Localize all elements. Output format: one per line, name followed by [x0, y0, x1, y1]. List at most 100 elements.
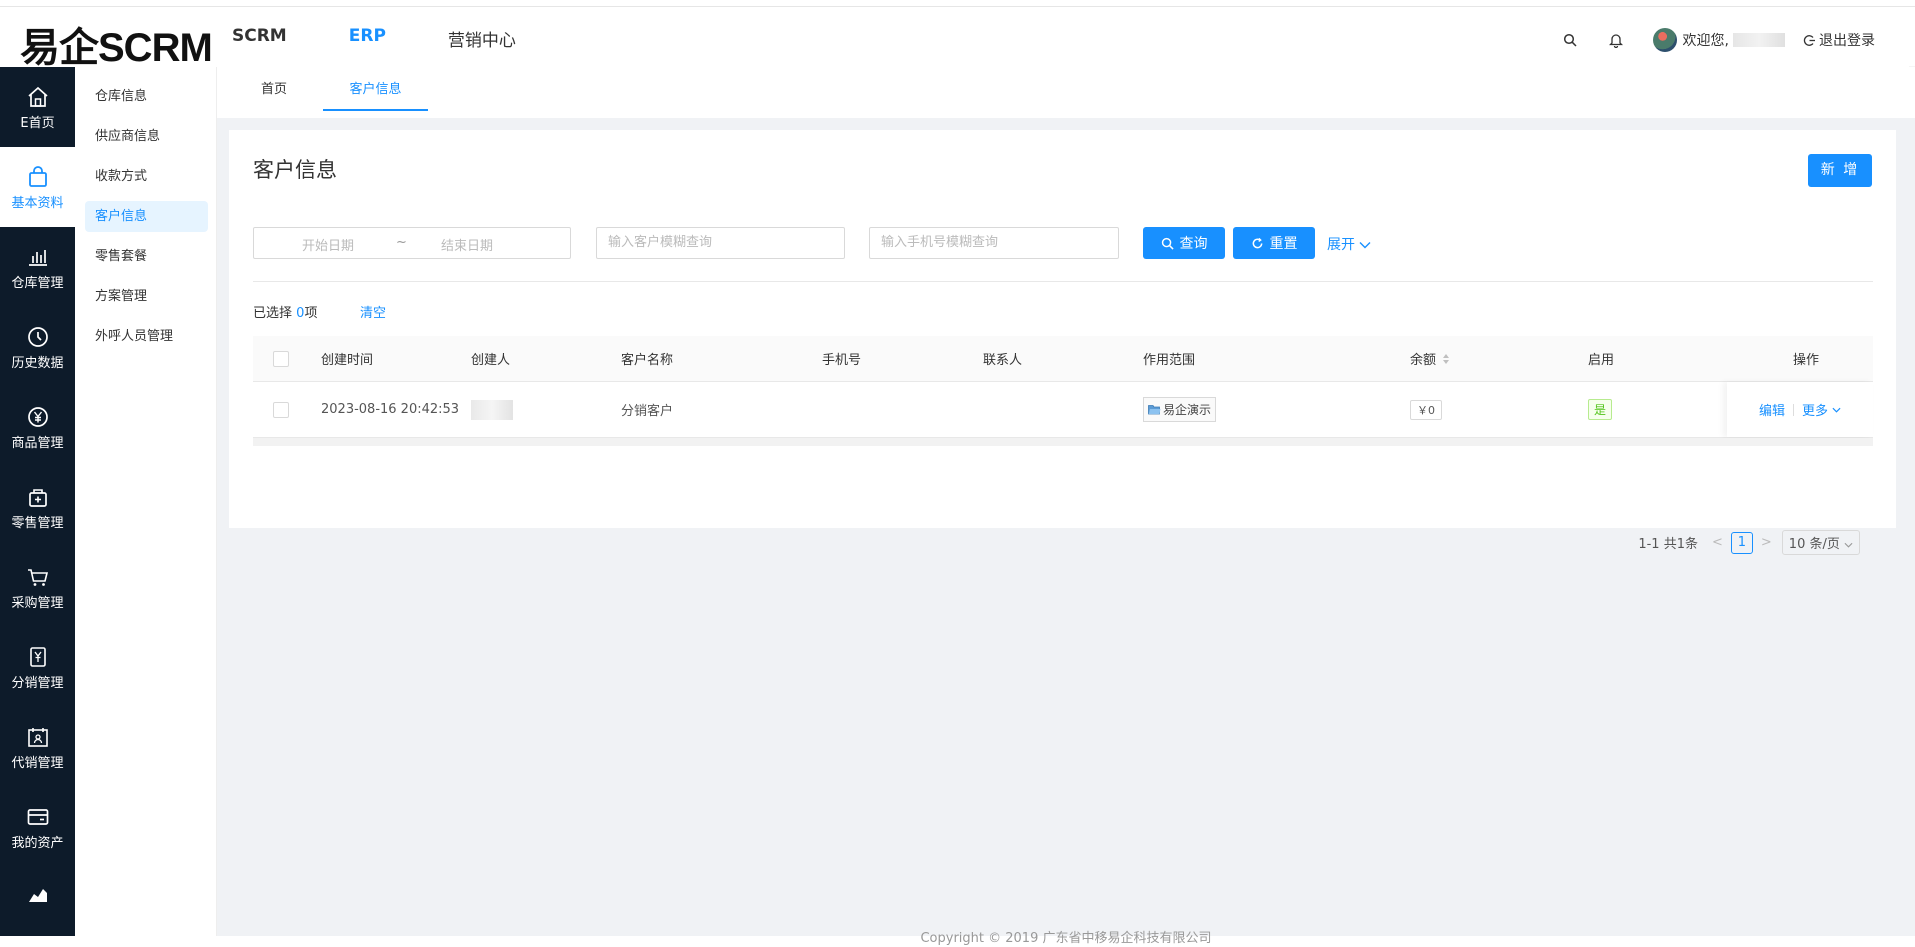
sidebar-item-purchase[interactable]: 采购管理 [0, 547, 75, 627]
top-nav-erp[interactable]: ERP [349, 26, 386, 51]
row-checkbox-cell [273, 382, 289, 437]
top-nav: SCRM ERP 营销中心 [232, 26, 578, 51]
app-header: 易企SCRM SCRM ERP 营销中心 欢迎您, 退出登录 [0, 8, 1915, 70]
yen-icon [27, 406, 48, 427]
add-customer-button[interactable]: 新 增 [1808, 154, 1872, 187]
tab-customer-info[interactable]: 客户信息 [323, 67, 428, 111]
cell-created-at: 2023-08-16 20:42:53 [321, 402, 460, 417]
column-header: 创建人 [471, 353, 511, 368]
retail-icon [28, 488, 47, 507]
query-label: 查询 [1179, 236, 1208, 252]
submenu-item-outbound-staff[interactable]: 外呼人员管理 [85, 321, 208, 352]
pagination: 1-1 共1条 < 1 > 10 条/页 [1638, 530, 1860, 555]
sidebar-item-label: E首页 [20, 115, 55, 131]
top-nav-marketing[interactable]: 营销中心 [448, 26, 516, 51]
search-icon[interactable] [1561, 31, 1579, 49]
submenu-item-plan-management[interactable]: 方案管理 [85, 281, 208, 312]
page-size-select[interactable]: 10 条/页 [1781, 530, 1860, 555]
edit-link[interactable]: 编辑 [1759, 400, 1785, 419]
phone-search-input[interactable]: 输入手机号模糊查询 [869, 227, 1119, 259]
column-header: 操作 [1793, 353, 1820, 368]
start-date-placeholder[interactable]: 开始日期 [302, 235, 354, 254]
select-all-checkbox-cell [273, 336, 289, 381]
prev-page-icon[interactable]: < [1712, 535, 1723, 550]
reset-button[interactable]: 重置 [1233, 227, 1315, 259]
logout-button[interactable]: 退出登录 [1803, 30, 1875, 50]
avatar[interactable] [1652, 28, 1677, 52]
logout-label: 退出登录 [1819, 33, 1875, 49]
sub-menu: 仓库信息 供应商信息 收款方式 客户信息 零售套餐 方案管理 外呼人员管理 [75, 67, 217, 936]
sidebar-item-label: 商品管理 [11, 435, 64, 451]
expand-toggle[interactable]: 展开 [1327, 234, 1371, 254]
next-page-icon[interactable]: > [1761, 535, 1772, 550]
more-label: 更多 [1802, 404, 1829, 419]
cell-creator [471, 382, 513, 437]
sidebar-item-history[interactable]: 历史数据 [0, 307, 75, 387]
scope-tag: 易企演示 [1143, 397, 1217, 422]
sidebar-item-basic-data[interactable]: 基本资料 [0, 147, 75, 227]
sidebar-item-consignment[interactable]: 代销管理 [0, 707, 75, 787]
customer-card: 客户信息 新 增 开始日期 ~ 结束日期 输入客户模糊查询 输入手机号模糊查询 … [229, 130, 1896, 555]
expand-label: 展开 [1327, 237, 1355, 253]
selection-suffix: 项 [304, 306, 318, 321]
sidebar-item-assets[interactable]: 我的资产 [0, 787, 75, 867]
sidebar-item-label: 我的资产 [11, 835, 64, 851]
submenu-item-payment-method[interactable]: 收款方式 [85, 161, 208, 192]
distribution-icon [29, 646, 46, 667]
chevron-down-icon [1359, 242, 1371, 249]
date-range-picker[interactable]: 开始日期 ~ 结束日期 [253, 227, 571, 259]
page-number-button[interactable]: 1 [1730, 531, 1753, 554]
clock-icon [27, 326, 48, 347]
main-content: 首页 客户信息 客户信息 新 增 开始日期 ~ 结束日期 输入客户模糊查询 输入… [217, 67, 1915, 946]
customer-search-input[interactable]: 输入客户模糊查询 [596, 227, 845, 259]
username-blurred [1733, 33, 1785, 47]
top-border [0, 0, 1915, 7]
column-header: 手机号 [822, 353, 862, 368]
balance-column-header[interactable]: 余额 [1410, 336, 1450, 381]
folder-icon [1148, 405, 1161, 415]
sidebar-item-more[interactable] [0, 867, 75, 947]
area-chart-icon [28, 889, 47, 902]
welcome-text: 欢迎您, [1682, 33, 1729, 49]
more-dropdown[interactable]: 更多 [1802, 400, 1841, 419]
page-title: 客户信息 [253, 158, 337, 182]
selection-prefix: 已选择 [253, 306, 293, 321]
sidebar-item-label: 分销管理 [11, 675, 64, 691]
sidebar-item-retail[interactable]: 零售管理 [0, 467, 75, 547]
page-size-label: 10 条/页 [1788, 537, 1840, 552]
sidebar-item-home[interactable]: E首页 [0, 67, 75, 147]
app-logo: 易企SCRM [20, 26, 213, 70]
selection-info: 已选择 0项 [253, 302, 317, 321]
column-header: 作用范围 [1143, 353, 1196, 368]
wallet-icon [27, 808, 48, 825]
row-checkbox[interactable] [273, 401, 289, 418]
select-all-checkbox[interactable] [273, 350, 289, 367]
table-row: 2023-08-16 20:42:53 分销客户 易企演示 ￥0 是 编辑 更多 [253, 382, 1873, 438]
column-header-label: 余额 [1410, 353, 1437, 368]
cell-balance: ￥0 [1410, 382, 1442, 437]
submenu-item-supplier-info[interactable]: 供应商信息 [85, 121, 208, 152]
header-actions: 欢迎您, 退出登录 [1561, 28, 1875, 52]
bell-icon[interactable] [1607, 31, 1625, 49]
submenu-item-customer-info[interactable]: 客户信息 [85, 201, 208, 232]
chevron-down-icon [1844, 542, 1853, 548]
sidebar-item-distribution[interactable]: 分销管理 [0, 627, 75, 707]
enabled-status-badge: 是 [1588, 399, 1613, 420]
top-nav-scrm[interactable]: SCRM [232, 26, 287, 51]
submenu-item-warehouse-info[interactable]: 仓库信息 [85, 81, 208, 112]
tab-home[interactable]: 首页 [261, 67, 287, 111]
column-header: 创建时间 [321, 353, 374, 368]
submenu-item-retail-package[interactable]: 零售套餐 [85, 241, 208, 272]
clear-selection-link[interactable]: 清空 [360, 302, 386, 321]
home-icon [27, 86, 48, 107]
table-horizontal-scrollbar[interactable] [253, 438, 1873, 446]
sidebar-item-products[interactable]: 商品管理 [0, 387, 75, 467]
table-header: 创建时间 创建人 客户名称 手机号 联系人 作用范围 余额 启用 操作 [253, 336, 1873, 382]
end-date-placeholder[interactable]: 结束日期 [441, 235, 493, 254]
page-tabs: 首页 客户信息 [217, 67, 1915, 118]
creator-blurred [471, 399, 513, 420]
sidebar-item-warehouse[interactable]: 仓库管理 [0, 227, 75, 307]
sidebar-item-label: 基本资料 [11, 195, 64, 211]
query-button[interactable]: 查询 [1143, 227, 1225, 259]
consign-icon [27, 727, 48, 747]
